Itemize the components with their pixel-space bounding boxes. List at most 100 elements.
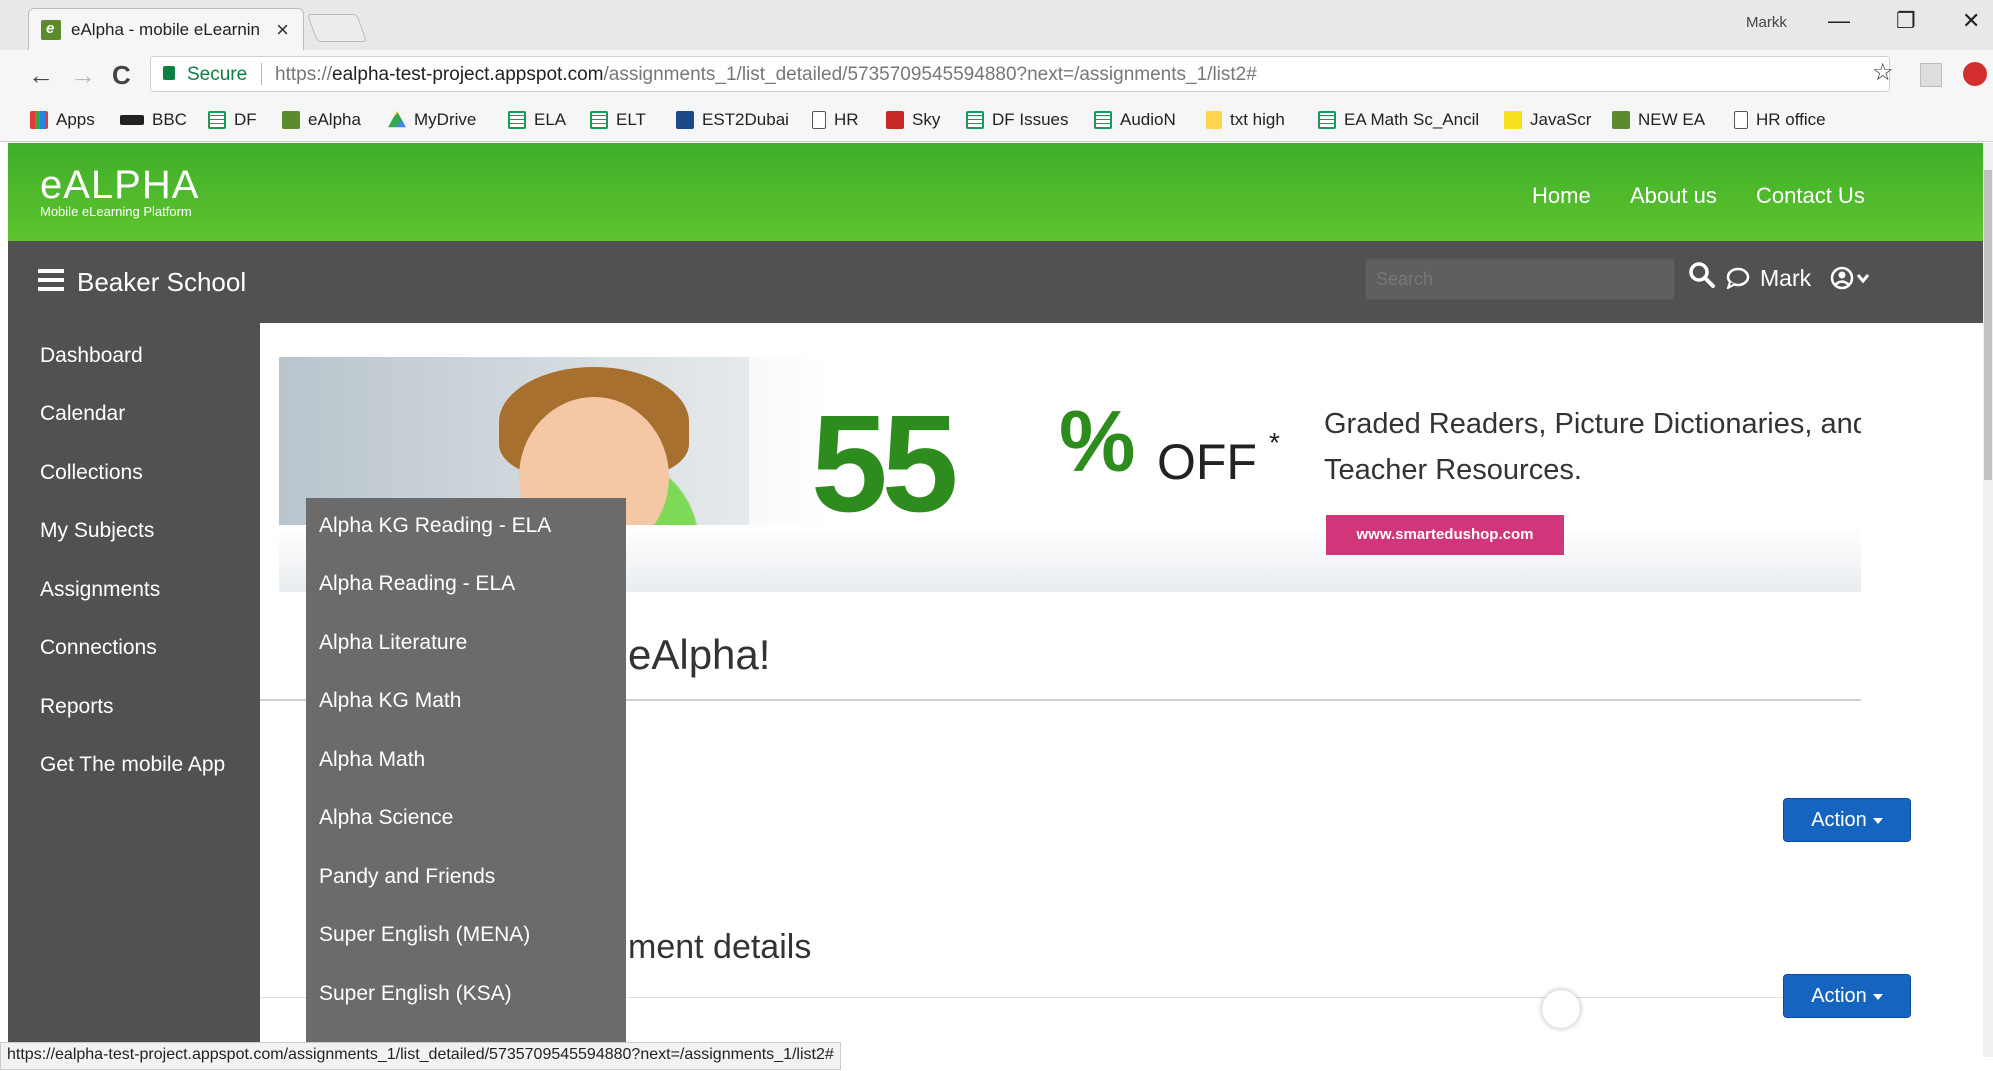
bookmark-df[interactable]: DF (208, 110, 257, 130)
user-account-icon[interactable] (1830, 265, 1872, 291)
sidebar-item-my-subjects[interactable]: My Subjects (40, 519, 154, 543)
ealpha-icon (1612, 111, 1630, 129)
pdf-extension-icon[interactable] (1920, 63, 1942, 87)
scrollbar-thumb[interactable] (1984, 170, 1992, 480)
back-arrow-icon[interactable]: ← (28, 60, 54, 91)
bookmark-ea-math[interactable]: EA Math Sc_Ancil (1318, 110, 1479, 130)
sidebar-item-connections[interactable]: Connections (40, 636, 157, 660)
action-button[interactable]: Action (1783, 974, 1911, 1018)
bookmark-javascr[interactable]: JavaScr (1504, 110, 1591, 130)
bbc-icon (120, 115, 144, 125)
sidebar-item-reports[interactable]: Reports (40, 695, 114, 719)
url-text: https://ealpha-test-project.appspot.com/… (275, 64, 1257, 85)
url-field[interactable]: Secure https://ealpha-test-project.appsp… (150, 56, 1890, 92)
reload-icon[interactable]: C (112, 60, 131, 91)
search-input[interactable]: Search (1365, 258, 1675, 300)
subject-science[interactable]: Alpha Science (319, 806, 453, 830)
discount-off: OFF (1157, 434, 1257, 490)
search-icon[interactable] (1688, 261, 1716, 289)
bookmarks-bar: Apps BBC DF eAlpha MyDrive ELA ELT EST2D… (0, 100, 1993, 142)
bookmark-bbc[interactable]: BBC (120, 110, 187, 130)
bookmark-est2dubai[interactable]: EST2Dubai (676, 110, 789, 130)
bookmark-txt-high[interactable]: txt high (1206, 110, 1285, 130)
action-button[interactable]: Action (1783, 798, 1911, 842)
browser-tab-bar: eAlpha - mobile eLearnin × Markk — ❐ ✕ (0, 0, 1993, 50)
subject-pandy[interactable]: Pandy and Friends (319, 865, 495, 889)
subject-super-english-ksa[interactable]: Super English (KSA) (319, 982, 512, 1006)
est-icon (676, 111, 694, 129)
tab-close-icon[interactable]: × (276, 17, 289, 43)
subject-reading[interactable]: Alpha Reading - ELA (319, 572, 515, 596)
ealpha-logo[interactable]: eALPHA Mobile eLearning Platform (40, 163, 199, 219)
tab-title: eAlpha - mobile eLearnin (71, 20, 261, 39)
secure-label: Secure (187, 64, 248, 85)
extension-icon[interactable] (1963, 62, 1987, 86)
sheets-icon (1094, 111, 1112, 129)
assignment-details-heading: ment details (628, 928, 812, 966)
caret-down-icon (1872, 817, 1883, 824)
sheets-icon (208, 111, 226, 129)
sidebar: Dashboard Calendar Collections My Subjec… (8, 323, 260, 1057)
chat-icon[interactable] (1726, 267, 1750, 289)
js-icon (1504, 111, 1522, 129)
new-tab-button[interactable] (306, 14, 368, 42)
bookmark-mydrive[interactable]: MyDrive (388, 110, 476, 130)
bookmark-ealpha[interactable]: eAlpha (282, 110, 361, 130)
shop-link-button[interactable]: www.smartedushop.com (1326, 515, 1564, 555)
sky-icon (886, 111, 904, 129)
ealpha-icon (282, 111, 300, 129)
caret-down-icon (1872, 993, 1883, 1000)
sheets-icon (1318, 111, 1336, 129)
subject-literature[interactable]: Alpha Literature (319, 631, 467, 655)
sidebar-item-mobile-app[interactable]: Get The mobile App (40, 753, 225, 777)
sidebar-item-collections[interactable]: Collections (40, 461, 143, 485)
bookmark-ela[interactable]: ELA (508, 110, 566, 130)
bookmark-elt[interactable]: ELT (590, 110, 646, 130)
discount-asterisk: * (1269, 427, 1280, 458)
subject-super-english-mena[interactable]: Super English (MENA) (319, 923, 530, 947)
user-name[interactable]: Mark (1760, 265, 1811, 292)
lock-icon (163, 66, 175, 80)
window-close-icon[interactable]: ✕ (1962, 8, 1980, 34)
bookmark-hr-office[interactable]: HR office (1734, 110, 1826, 130)
my-subjects-dropdown: Alpha KG Reading - ELA Alpha Reading - E… (306, 498, 626, 1057)
bookmark-df-issues[interactable]: DF Issues (966, 110, 1069, 130)
bookmark-new-ea[interactable]: NEW EA (1612, 110, 1705, 130)
subject-kg-math[interactable]: Alpha KG Math (319, 689, 461, 713)
forward-arrow-icon[interactable]: → (70, 60, 96, 91)
hamburger-menu-icon[interactable] (38, 269, 64, 291)
promo-headline: Graded Readers, Picture Dictionaries, an… (1324, 408, 1861, 486)
status-bar: https://ealpha-test-project.appspot.com/… (0, 1042, 841, 1070)
school-name: Beaker School (77, 267, 247, 297)
subject-math[interactable]: Alpha Math (319, 748, 425, 772)
subject-kg-reading[interactable]: Alpha KG Reading - ELA (319, 514, 551, 538)
discount-number: 55 (811, 387, 958, 541)
scroll-top-icon[interactable] (1542, 990, 1580, 1028)
bookmark-star-icon[interactable]: ☆ (1872, 58, 1894, 87)
logo-text: eALPHA (40, 163, 200, 207)
doc-icon (1734, 111, 1748, 129)
logo-tagline: Mobile eLearning Platform (40, 204, 192, 219)
bookmark-audion[interactable]: AudioN (1094, 110, 1176, 130)
sheets-icon (508, 111, 526, 129)
bookmark-sky[interactable]: Sky (886, 110, 940, 130)
bookmark-apps[interactable]: Apps (30, 110, 95, 130)
site-header: eALPHA Mobile eLearning Platform Home Ab… (8, 143, 1983, 241)
ealpha-favicon-icon (41, 20, 61, 40)
restore-icon[interactable]: ❐ (1896, 8, 1916, 34)
address-bar: ← → C Secure https://ealpha-test-project… (0, 50, 1993, 100)
minimize-icon[interactable]: — (1828, 8, 1850, 34)
profile-name[interactable]: Markk (1746, 14, 1787, 31)
sheets-icon (966, 111, 984, 129)
url-divider (261, 63, 262, 85)
bookmark-hr[interactable]: HR (812, 110, 859, 130)
sidebar-item-assignments[interactable]: Assignments (40, 578, 160, 602)
action-label: Action (1811, 985, 1867, 1007)
nav-about-link[interactable]: About us (1630, 183, 1717, 209)
nav-home-link[interactable]: Home (1532, 183, 1591, 209)
sidebar-item-calendar[interactable]: Calendar (40, 402, 125, 426)
sidebar-item-dashboard[interactable]: Dashboard (40, 344, 143, 368)
discount-percent: % (1059, 394, 1136, 490)
browser-tab[interactable]: eAlpha - mobile eLearnin × (28, 8, 304, 50)
nav-contact-link[interactable]: Contact Us (1756, 183, 1865, 209)
